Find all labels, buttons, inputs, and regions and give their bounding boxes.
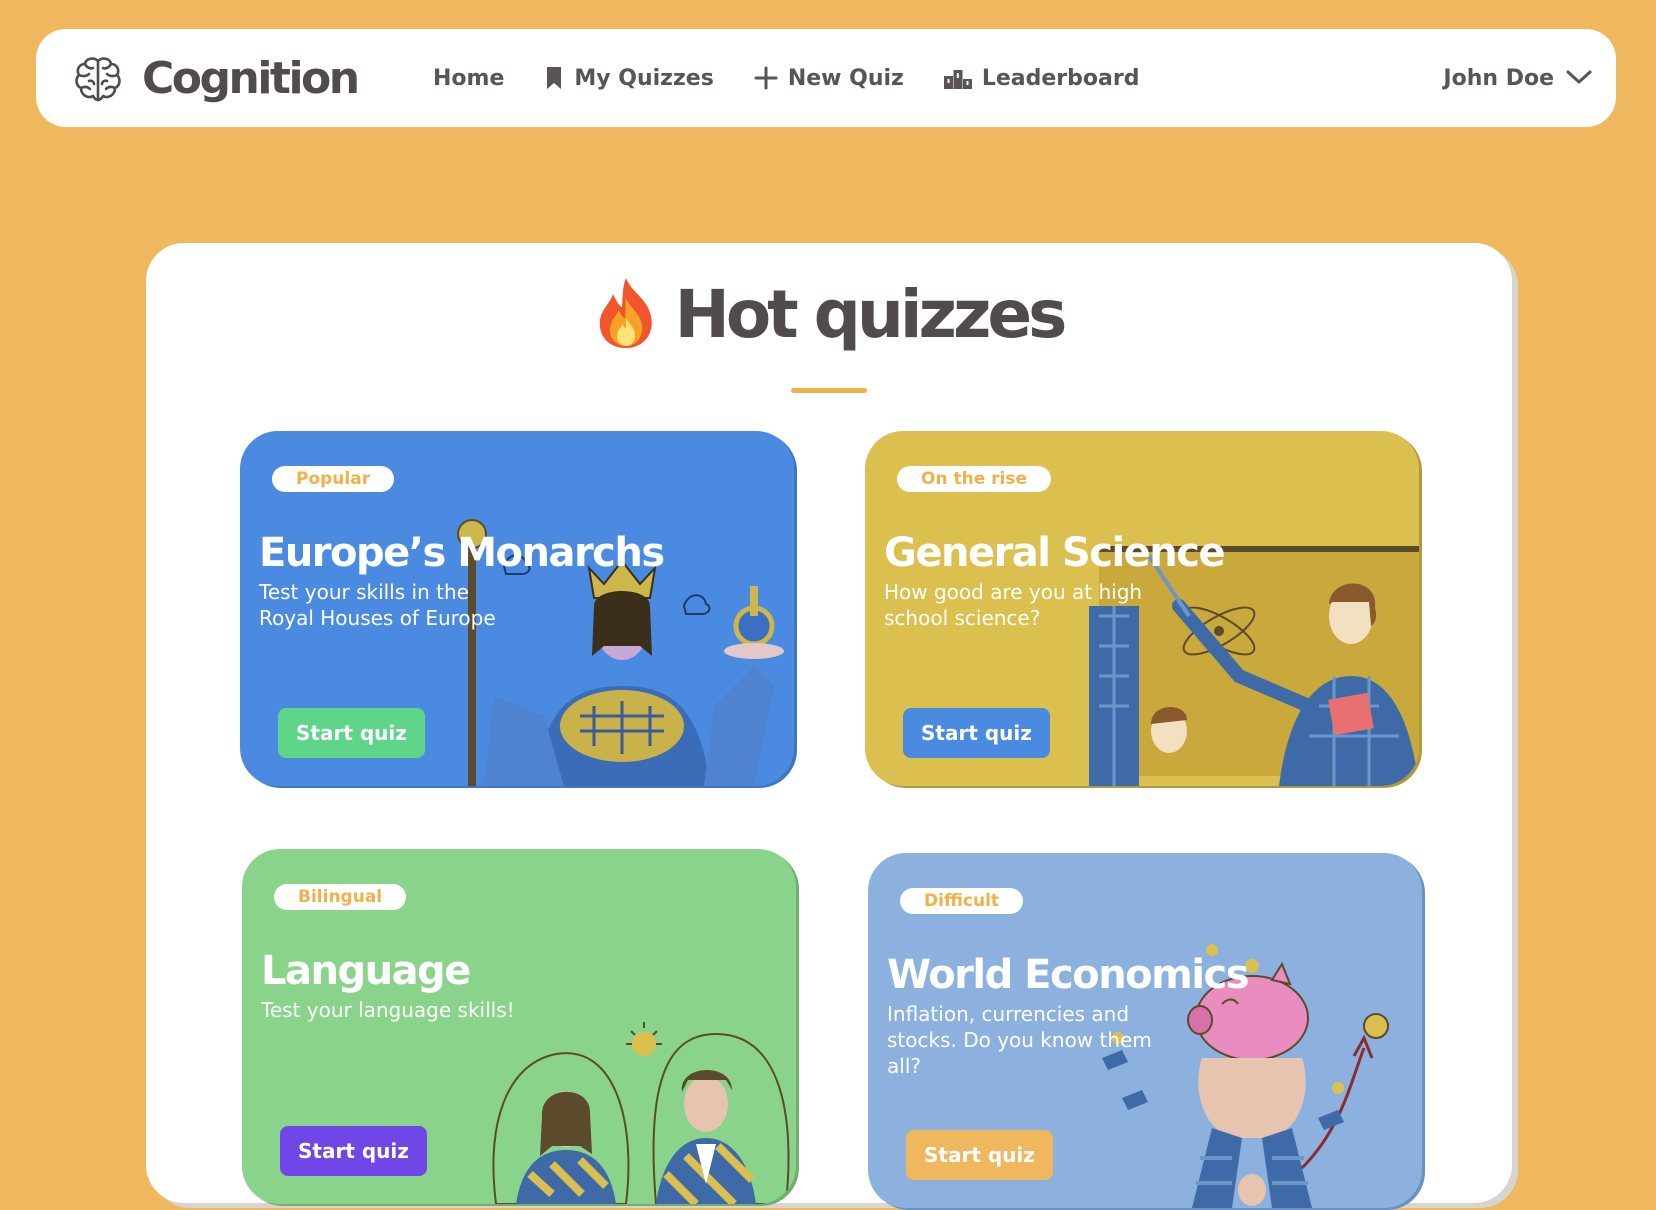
user-menu[interactable]: John Doe: [1443, 29, 1592, 127]
card-description: Test your skills in the Royal Houses of …: [259, 580, 496, 630]
quiz-card-language[interactable]: Bilingual Language Test your language sk…: [242, 849, 796, 1204]
brain-icon: [72, 53, 124, 105]
user-name: John Doe: [1443, 65, 1554, 91]
card-badge: Popular: [272, 466, 395, 492]
top-navbar: Cognition Home My Quizzes New Quiz Leade…: [36, 29, 1616, 127]
card-title: Language: [261, 948, 471, 994]
quiz-card-world-economics[interactable]: Difficult World Economics Inflation, cur…: [868, 853, 1422, 1208]
card-description: Inflation, currencies and stocks. Do you…: [887, 1002, 1152, 1078]
fire-icon: [595, 276, 657, 354]
main-nav: Home My Quizzes New Quiz Leaderboard: [433, 29, 1179, 127]
start-quiz-button[interactable]: Start quiz: [906, 1130, 1053, 1180]
section-header: Hot quizzes: [146, 275, 1512, 355]
start-quiz-button[interactable]: Start quiz: [280, 1126, 427, 1176]
quiz-card-general-science[interactable]: On the rise General Science How good are…: [865, 431, 1419, 786]
plus-icon: [754, 66, 778, 90]
quiz-card-europes-monarchs[interactable]: Popular Europe’s Monarchs Test your skil…: [240, 431, 794, 786]
nav-home[interactable]: Home: [433, 66, 504, 91]
conversation-illustration: [492, 1022, 790, 1204]
app-name: Cognition: [142, 53, 360, 104]
nav-my-quizzes-label: My Quizzes: [574, 65, 714, 91]
nav-new-quiz[interactable]: New Quiz: [754, 66, 904, 91]
card-badge: Bilingual: [274, 884, 407, 910]
start-quiz-button[interactable]: Start quiz: [903, 708, 1050, 758]
card-badge: Difficult: [900, 888, 1024, 914]
chevron-down-icon: [1566, 66, 1592, 91]
bookmark-icon: [544, 66, 564, 90]
card-title: General Science: [884, 530, 1226, 576]
nav-leaderboard[interactable]: Leaderboard: [943, 65, 1140, 91]
card-badge: On the rise: [897, 466, 1052, 492]
nav-my-quizzes[interactable]: My Quizzes: [544, 65, 714, 91]
nav-home-label: Home: [433, 65, 505, 91]
section-title: Hot quizzes: [674, 276, 1068, 353]
card-title: World Economics: [887, 952, 1250, 998]
hot-quizzes-panel: Hot quizzes Popular Europe’s Monarchs Te…: [146, 243, 1512, 1210]
app-logo[interactable]: Cognition: [72, 51, 360, 107]
title-underline: [791, 388, 867, 393]
nav-new-quiz-label: New Quiz: [787, 65, 904, 91]
nav-leaderboard-label: Leaderboard: [981, 65, 1140, 91]
podium-icon: [943, 67, 972, 89]
card-description: Test your language skills!: [261, 998, 515, 1022]
card-title: Europe’s Monarchs: [259, 530, 665, 576]
card-description: How good are you at high school science?: [884, 580, 1143, 630]
start-quiz-button[interactable]: Start quiz: [278, 708, 425, 758]
